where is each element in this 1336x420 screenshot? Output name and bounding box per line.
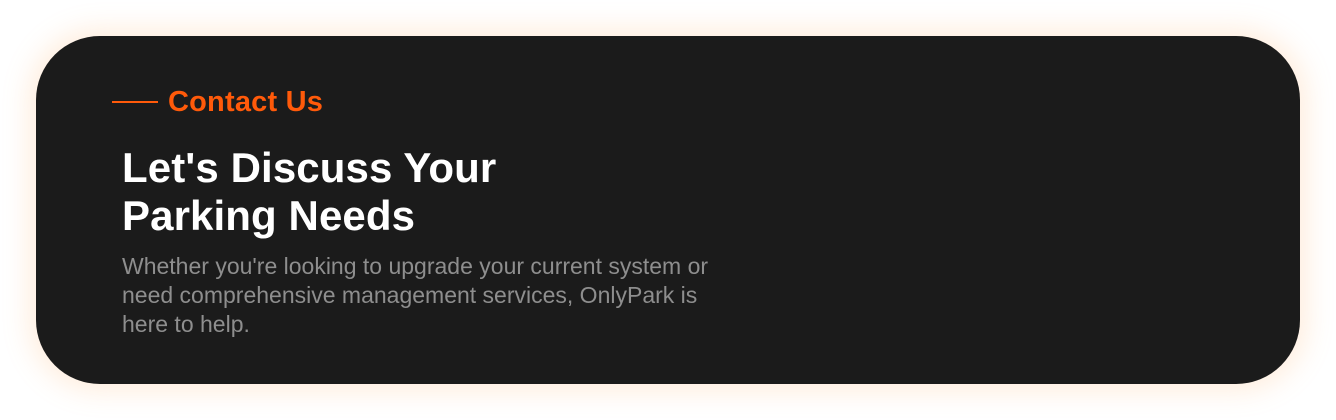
description-line-3: here to help. (122, 311, 250, 337)
eyebrow-label: Contact Us (168, 86, 324, 118)
contact-card: Contact Us Let's Discuss Your Parking Ne… (36, 36, 1300, 384)
section-headline: Let's Discuss Your Parking Needs (122, 144, 496, 240)
section-description: Whether you're looking to upgrade your c… (122, 252, 802, 339)
headline-line-2: Parking Needs (122, 192, 416, 239)
description-line-1: Whether you're looking to upgrade your c… (122, 253, 709, 279)
eyebrow-accent-line (112, 101, 158, 103)
headline-line-1: Let's Discuss Your (122, 144, 497, 191)
page: Contact Us Let's Discuss Your Parking Ne… (0, 0, 1336, 420)
description-line-2: need comprehensive management services, … (122, 282, 698, 308)
section-eyebrow: Contact Us (112, 82, 323, 122)
